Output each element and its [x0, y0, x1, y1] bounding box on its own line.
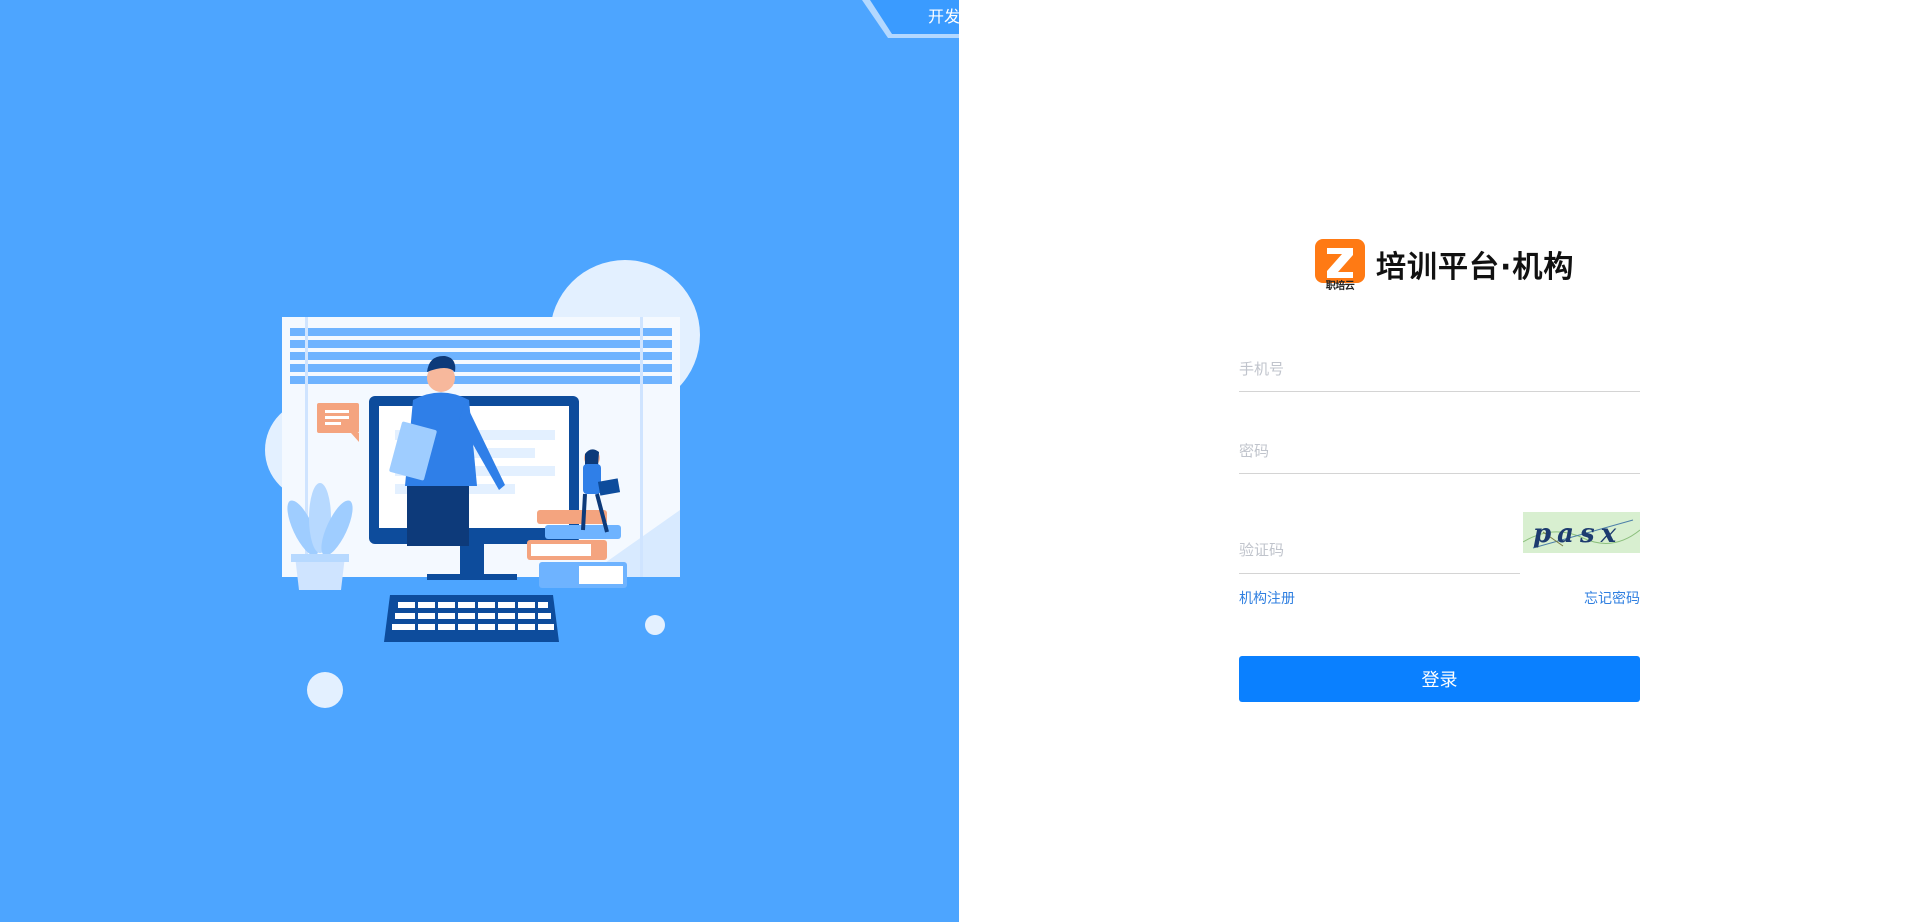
captcha-row: pasx — [1239, 512, 1640, 574]
forgot-password-link[interactable]: 忘记密码 — [1584, 588, 1640, 608]
brand-header: 职培云 培训平台·机构 — [1314, 238, 1575, 292]
phone-field-wrapper — [1239, 348, 1640, 392]
phone-input[interactable] — [1239, 348, 1640, 391]
online-training-illustration — [255, 250, 715, 710]
captcha-text: pasx — [1533, 519, 1622, 549]
login-panel: 职培云 培训平台·机构 pasx — [959, 0, 1919, 922]
password-input[interactable] — [1239, 430, 1640, 473]
login-form: pasx 机构注册 忘记密码 登录 — [1239, 348, 1640, 702]
brand-logo: 职培云 — [1314, 238, 1366, 292]
brand-logo-text: 职培云 — [1325, 281, 1355, 292]
captcha-input[interactable] — [1239, 535, 1520, 565]
captcha-image[interactable]: pasx — [1523, 512, 1640, 553]
password-field-wrapper — [1239, 430, 1640, 474]
hero-panel — [0, 0, 959, 922]
brand-title: 培训平台·机构 — [1376, 250, 1575, 285]
register-link[interactable]: 机构注册 — [1239, 588, 1295, 608]
captcha-field-wrapper — [1239, 512, 1520, 574]
auxiliary-links: 机构注册 忘记密码 — [1239, 588, 1640, 608]
login-button[interactable]: 登录 — [1239, 656, 1640, 702]
